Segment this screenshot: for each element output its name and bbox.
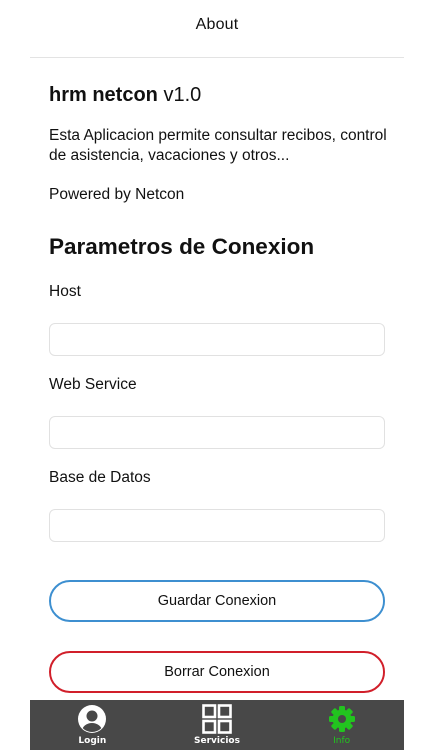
tab-servicios-label: Servicios [194, 736, 240, 746]
tab-login[interactable]: Login [30, 700, 155, 750]
save-connection-button[interactable]: Guardar Conexion [49, 580, 385, 622]
powered-by: Powered by Netcon [49, 186, 185, 203]
webservice-input[interactable] [49, 416, 385, 449]
user-avatar-icon [77, 704, 107, 734]
webservice-label: Web Service [49, 376, 137, 393]
gear-icon [327, 704, 357, 734]
app-description: Esta Aplicacion permite consultar recibo… [49, 127, 387, 164]
delete-connection-button[interactable]: Borrar Conexion [49, 651, 385, 693]
tab-login-label: Login [78, 736, 107, 746]
host-label: Host [49, 283, 81, 300]
tab-bar: Login Servicios Info [30, 700, 404, 750]
grid-icon [202, 704, 232, 734]
nav-header: About [30, 0, 404, 58]
app-version: v1.0 [163, 84, 202, 106]
tab-info-label: Info [333, 736, 351, 746]
page-title: About [195, 15, 239, 33]
app-name-text: hrm netcon [49, 84, 158, 106]
app-name: hrm netcon v1.0 [49, 84, 201, 107]
connection-section-title: Parametros de Conexion [49, 234, 315, 259]
tab-servicios[interactable]: Servicios [155, 700, 280, 750]
tab-info[interactable]: Info [279, 700, 404, 750]
database-input[interactable] [49, 509, 385, 542]
database-label: Base de Datos [49, 469, 151, 486]
host-input[interactable] [49, 323, 385, 356]
